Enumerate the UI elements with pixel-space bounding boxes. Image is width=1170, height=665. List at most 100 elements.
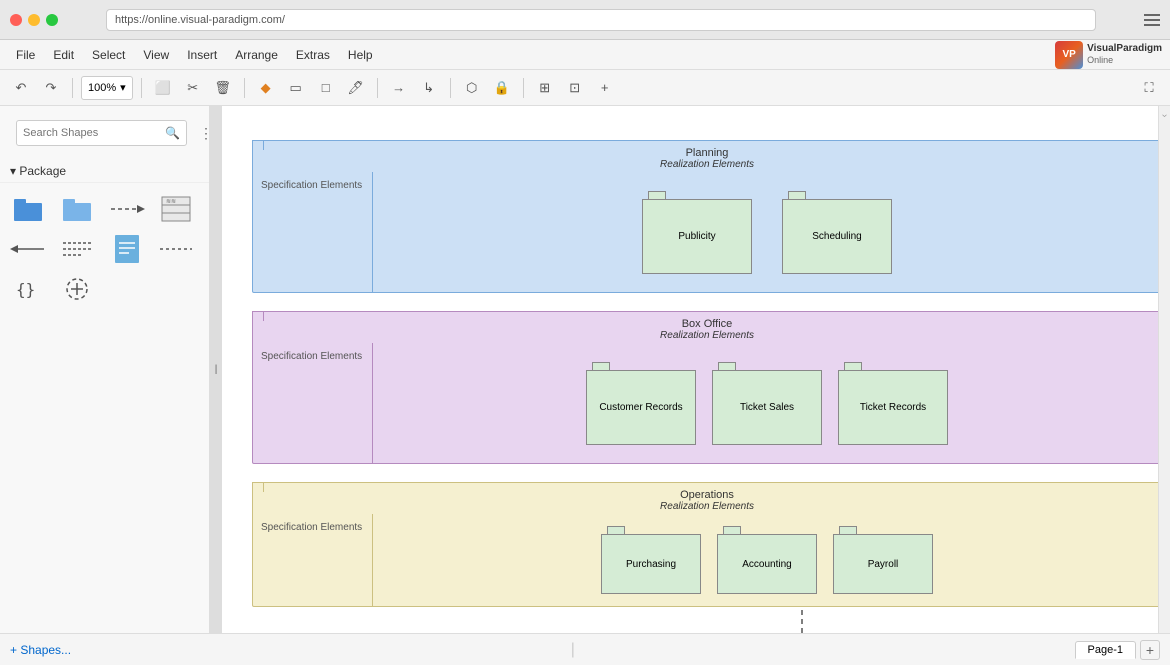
shape-dependency[interactable]	[107, 191, 147, 227]
undo-button[interactable]: ↶	[8, 75, 34, 101]
payroll-label: Payroll	[868, 559, 899, 570]
pkg-planning-spec: Specification Elements	[253, 172, 373, 292]
menubar: File Edit Select View Insert Arrange Ext…	[0, 40, 1170, 70]
minimize-button[interactable]	[28, 14, 40, 26]
menu-file[interactable]: File	[8, 45, 43, 65]
pkg-planning-name: Planning	[257, 147, 1157, 159]
sidebar: 🔍 ⋮ ▾ Package	[0, 106, 210, 633]
shape-document[interactable]	[107, 231, 147, 267]
publicity-component[interactable]: Publicity	[642, 199, 752, 274]
pkg-box-office-realization: Customer Records Ticket Sales	[373, 343, 1158, 463]
ticket-sales-label: Ticket Sales	[740, 402, 794, 413]
shape-circle-plus[interactable]	[57, 271, 97, 307]
shape-class[interactable]: ≋≋	[156, 191, 196, 227]
shape-dashed[interactable]	[156, 231, 196, 267]
menu-edit[interactable]: Edit	[45, 45, 82, 65]
shape-note[interactable]	[57, 231, 97, 267]
fill-button[interactable]: ◆	[253, 75, 279, 101]
shape-button[interactable]: □	[313, 75, 339, 101]
sidebar-toggle[interactable]: |	[210, 106, 222, 633]
shape-folder-outline[interactable]	[57, 191, 97, 227]
vp-logo-text2: Online	[1087, 55, 1162, 66]
ticket-records-component[interactable]: Ticket Records	[838, 370, 948, 445]
line-color-button[interactable]: ▭	[283, 75, 309, 101]
toolbar-divider-6	[523, 78, 524, 98]
purchasing-component[interactable]: Purchasing	[601, 534, 701, 594]
ticket-records-wrapper: Ticket Records	[838, 362, 948, 445]
zoom-control[interactable]: 100% ▾	[81, 76, 133, 100]
waypoint-button[interactable]: ⬡	[459, 75, 485, 101]
fit-page-button[interactable]: ⊞	[532, 75, 558, 101]
pkg-operations-wrapper: Operations Realization Elements Specific…	[252, 482, 1158, 607]
delete-button[interactable]: 🗑	[210, 75, 236, 101]
vp-logo-text1: VisualParadigm	[1087, 43, 1162, 55]
add-page-button[interactable]: +	[1140, 640, 1160, 660]
menu-select[interactable]: Select	[84, 45, 133, 65]
menu-view[interactable]: View	[135, 45, 177, 65]
add-shapes-label: + Shapes...	[10, 643, 71, 657]
bottom-bar: + Shapes... | Page-1 +	[0, 633, 1170, 665]
toolbar-divider-4	[377, 78, 378, 98]
menu-arrange[interactable]: Arrange	[227, 45, 286, 65]
format-button[interactable]: 🖊	[343, 75, 369, 101]
redo-button[interactable]: ↷	[38, 75, 64, 101]
add-button[interactable]: +	[592, 75, 618, 101]
payroll-component[interactable]: Payroll	[833, 534, 933, 594]
page-1-tab[interactable]: Page-1	[1075, 641, 1136, 659]
purchasing-wrapper: Purchasing	[601, 526, 701, 594]
menu-insert[interactable]: Insert	[179, 45, 225, 65]
scheduling-component[interactable]: Scheduling	[782, 199, 892, 274]
search-icon[interactable]: 🔍	[165, 126, 180, 140]
canvas-area[interactable]: Planning Realization Elements Specificat…	[222, 106, 1158, 633]
maximize-button[interactable]	[46, 14, 58, 26]
vp-logo: VP VisualParadigm Online	[1055, 41, 1162, 69]
svg-text:≋≋: ≋≋	[166, 199, 176, 205]
sidebar-package-header[interactable]: ▾ Package	[0, 160, 209, 183]
search-input[interactable]	[23, 127, 165, 139]
pkg-planning[interactable]: Planning Realization Elements Specificat…	[252, 140, 1158, 293]
shape-folder[interactable]	[8, 191, 48, 227]
zoom-value: 100%	[88, 82, 116, 94]
fullscreen-button[interactable]: ⛶	[1136, 75, 1162, 101]
shape-brace[interactable]: {}	[8, 271, 48, 307]
reset-view-button[interactable]: ⊡	[562, 75, 588, 101]
pkg-operations-tab	[252, 482, 264, 492]
pkg-box-office[interactable]: Box Office Realization Elements Specific…	[252, 311, 1158, 464]
menu-help[interactable]: Help	[340, 45, 381, 65]
cut-button[interactable]: ✂	[180, 75, 206, 101]
menu-extras[interactable]: Extras	[288, 45, 338, 65]
accounting-tab	[723, 526, 741, 534]
pkg-planning-title: Planning Realization Elements	[253, 141, 1158, 172]
search-box[interactable]: 🔍	[16, 120, 187, 146]
shape-back-arrow[interactable]	[8, 231, 48, 267]
url-bar[interactable]: https://online.visual-paradigm.com/	[106, 9, 1096, 31]
add-shapes-button[interactable]: + Shapes...	[10, 643, 71, 657]
pkg-operations-title: Operations Realization Elements	[253, 483, 1158, 514]
pkg-planning-subtitle: Realization Elements	[257, 159, 1157, 170]
right-sidebar-toggle[interactable]: ›	[1158, 106, 1170, 633]
ticket-sales-component[interactable]: Ticket Sales	[712, 370, 822, 445]
pkg-planning-body: Specification Elements Publicity	[253, 172, 1158, 292]
ticket-sales-tab	[718, 362, 736, 370]
accounting-component[interactable]: Accounting	[717, 534, 817, 594]
publicity-wrapper: Publicity	[642, 191, 752, 274]
copy-button[interactable]: ⬜	[150, 75, 176, 101]
scheduling-wrapper: Scheduling	[782, 191, 892, 274]
purchasing-label: Purchasing	[626, 559, 676, 570]
zoom-dropdown-icon[interactable]: ▾	[120, 81, 126, 94]
elbow-arrow-button[interactable]: ↳	[416, 75, 442, 101]
close-button[interactable]	[10, 14, 22, 26]
toolbar: ↶ ↷ 100% ▾ ⬜ ✂ 🗑 ◆ ▭ □ 🖊 → ↳ ⬡ 🔒 ⊞ ⊡ + ⛶	[0, 70, 1170, 106]
pkg-box-office-tab	[252, 311, 264, 321]
customer-records-tab	[592, 362, 610, 370]
url-text: https://online.visual-paradigm.com/	[115, 14, 285, 26]
vp-logo-icon: VP	[1055, 41, 1083, 69]
arrow-right-button[interactable]: →	[386, 75, 412, 101]
pkg-box-office-body: Specification Elements Customer Records	[253, 343, 1158, 463]
customer-records-component[interactable]: Customer Records	[586, 370, 696, 445]
bottom-bar-divider: |	[571, 641, 575, 659]
pkg-operations[interactable]: Operations Realization Elements Specific…	[252, 482, 1158, 607]
add-page-icon: +	[1146, 642, 1154, 658]
lock-button[interactable]: 🔒	[489, 75, 515, 101]
menu-button[interactable]	[1144, 14, 1160, 26]
